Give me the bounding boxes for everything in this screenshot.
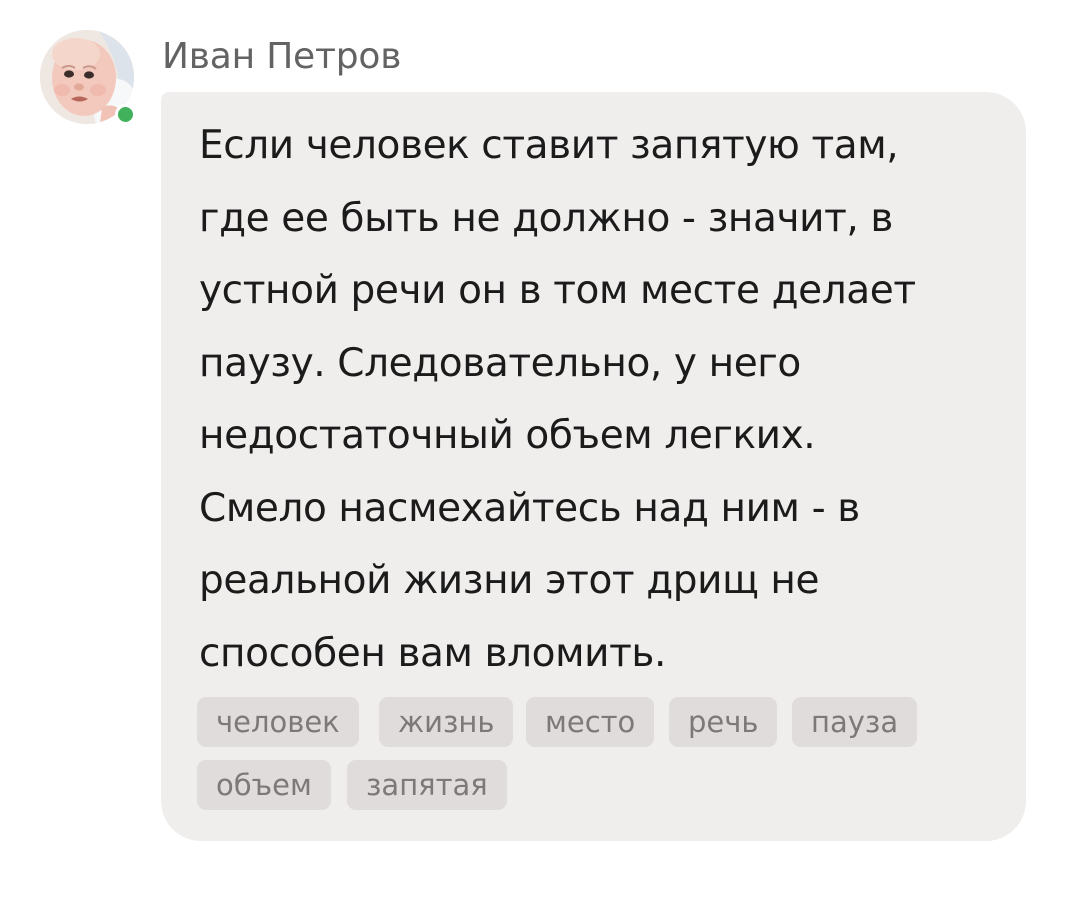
author-name[interactable]: Иван Петров <box>162 36 401 77</box>
message-line: Смело насмехайтесь над ним - в <box>199 485 860 531</box>
message-line: устной речи он в том месте делает <box>199 268 916 313</box>
tag-chip[interactable]: жизнь <box>379 697 514 747</box>
tag-chip[interactable]: место <box>526 697 655 747</box>
message-line: паузу. Следовательно, у него <box>199 340 801 386</box>
tag-chip[interactable]: речь <box>669 697 778 747</box>
tag-chip[interactable]: запятая <box>347 760 507 810</box>
tag-chip[interactable]: человек <box>197 697 359 747</box>
tag-chip[interactable]: пауза <box>792 697 918 747</box>
message-line: реальной жизни этот дрищ не <box>199 558 820 603</box>
online-status-dot <box>115 104 136 125</box>
message-line: где ее быть не должно - значит, в <box>199 195 893 241</box>
message-line: недостаточный объем легких. <box>199 413 816 458</box>
message-line: Если человек ставит запятую там, <box>199 123 899 168</box>
tag-chip[interactable]: объем <box>197 760 331 810</box>
author-avatar[interactable] <box>40 30 136 125</box>
message-line: способен вам вломить. <box>199 630 666 676</box>
message-bubble: Если человек ставит запятую там, где ее … <box>161 92 1026 841</box>
message-text: Если человек ставит запятую там, где ее … <box>199 110 999 690</box>
